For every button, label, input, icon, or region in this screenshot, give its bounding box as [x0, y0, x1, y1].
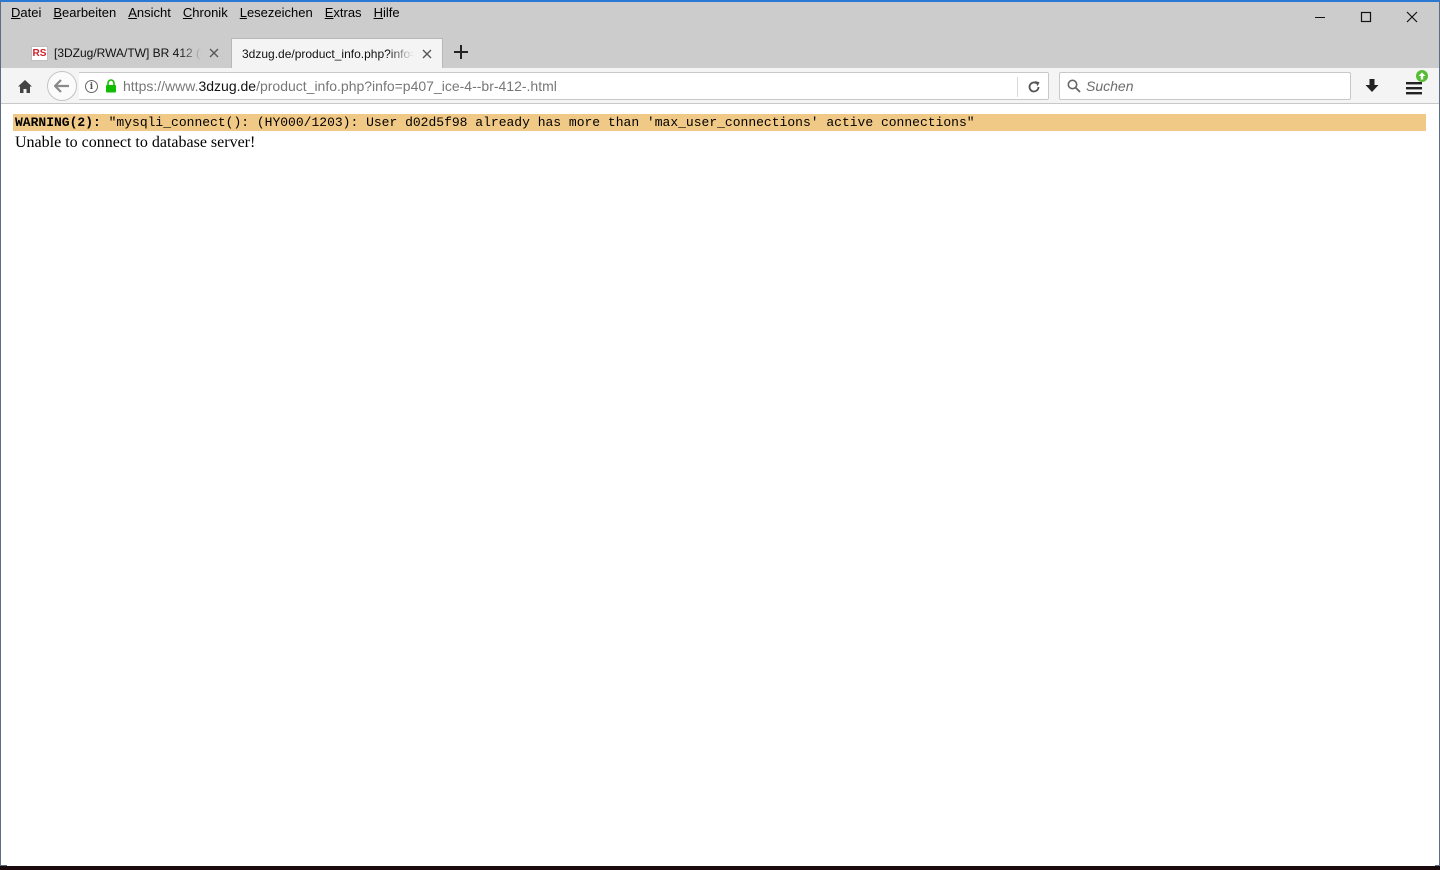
menu-hilfe[interactable]: Hilfe: [374, 4, 400, 24]
menu-chronik[interactable]: Chronik: [183, 4, 228, 24]
reload-icon: [1028, 81, 1040, 93]
navigation-toolbar: i https://www.3dzug.de/product_info.php?…: [1, 68, 1439, 104]
menubar: Datei Bearbeiten Ansicht Chronik Lesezei…: [5, 4, 406, 24]
new-tab-button[interactable]: [451, 42, 471, 62]
url-text[interactable]: https://www.3dzug.de/product_info.php?in…: [123, 78, 557, 94]
close-window-button[interactable]: [1389, 2, 1435, 32]
maximize-icon: [1360, 11, 1372, 23]
minimize-button[interactable]: [1297, 2, 1343, 32]
info-icon[interactable]: i: [85, 80, 98, 93]
back-button[interactable]: [47, 71, 77, 101]
rs-favicon-icon: RS: [31, 45, 48, 61]
maximize-button[interactable]: [1343, 2, 1389, 32]
tab-label: 3dzug.de/product_info.php?info=p407: [242, 47, 414, 61]
menu-bearbeiten[interactable]: Bearbeiten: [53, 4, 116, 24]
close-icon: [422, 49, 432, 59]
menu-ansicht[interactable]: Ansicht: [128, 4, 171, 24]
tab-strip: RS [3DZug/RWA/TW] BR 412 (ICE 3dzug.de/p…: [1, 38, 1439, 69]
menu-datei[interactable]: Datei: [11, 4, 41, 24]
close-icon: [1406, 11, 1418, 23]
reload-button[interactable]: [1025, 78, 1043, 96]
tab-3dzug-forum[interactable]: RS [3DZug/RWA/TW] BR 412 (ICE: [23, 38, 229, 68]
database-error-text: Unable to connect to database server!: [15, 134, 256, 151]
plus-icon: [454, 45, 468, 59]
search-bar[interactable]: [1059, 72, 1351, 100]
home-icon: [18, 79, 32, 93]
back-arrow-icon: [54, 79, 69, 93]
php-warning-message: WARNING(2): "mysqli_connect(): (HY000/12…: [13, 114, 1426, 131]
search-input[interactable]: [1086, 73, 1346, 99]
tab-label: [3DZug/RWA/TW] BR 412 (ICE: [54, 46, 202, 60]
tab-close-button[interactable]: [207, 46, 221, 60]
tab-product-info[interactable]: 3dzug.de/product_info.php?info=p407: [231, 38, 443, 69]
open-menu-button[interactable]: [1403, 70, 1428, 96]
downloads-button[interactable]: [1363, 77, 1381, 95]
hamburger-menu-icon: [1406, 82, 1422, 95]
lock-icon[interactable]: [105, 79, 117, 93]
browser-window: Datei Bearbeiten Ansicht Chronik Lesezei…: [0, 0, 1440, 866]
menu-lesezeichen[interactable]: Lesezeichen: [240, 4, 313, 24]
url-bar[interactable]: i https://www.3dzug.de/product_info.php?…: [79, 72, 1049, 100]
page-content: WARNING(2): "mysqli_connect(): (HY000/12…: [7, 104, 1435, 866]
minimize-icon: [1315, 17, 1325, 18]
search-icon: [1067, 79, 1081, 93]
url-divider: [1017, 77, 1018, 97]
tab-close-button[interactable]: [420, 47, 434, 61]
warning-text: "mysqli_connect(): (HY000/1203): User d0…: [100, 115, 975, 130]
update-available-icon: [1416, 70, 1428, 82]
home-button[interactable]: [15, 76, 35, 96]
warning-code: WARNING(2):: [15, 115, 101, 130]
menu-extras[interactable]: Extras: [325, 4, 362, 24]
browser-chrome: Datei Bearbeiten Ansicht Chronik Lesezei…: [1, 2, 1439, 104]
close-icon: [209, 48, 219, 58]
download-icon: [1365, 78, 1379, 92]
